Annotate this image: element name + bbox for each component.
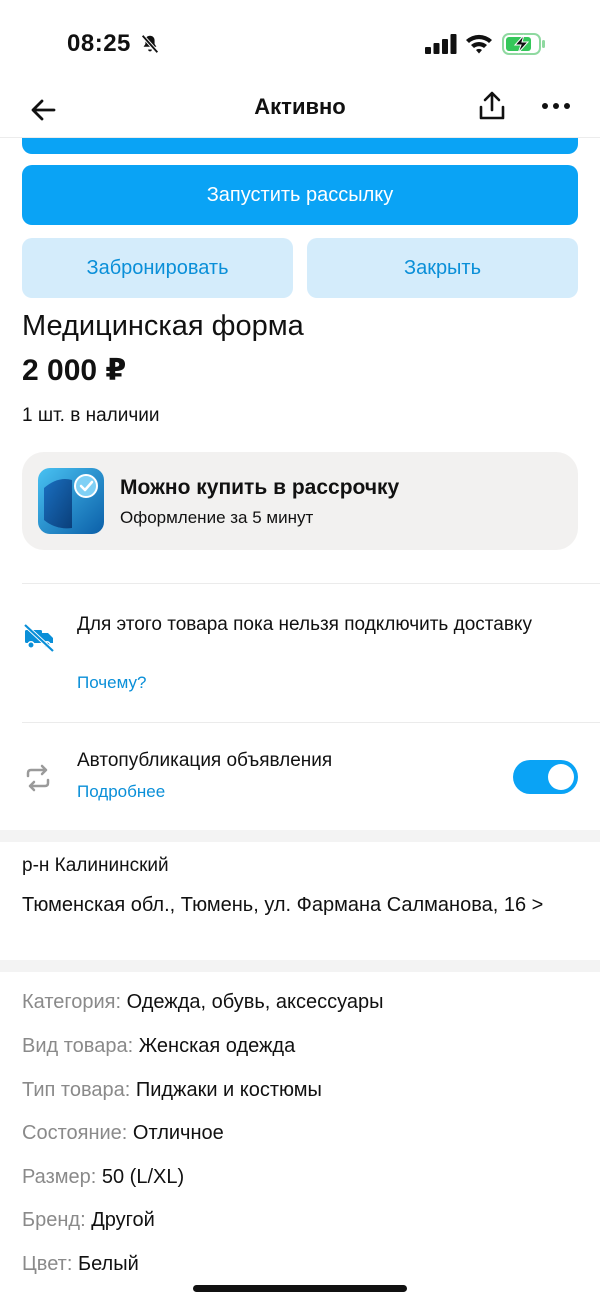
spec-value: Одежда, обувь, аксессуары: [126, 991, 384, 1013]
nav-bar: Активно: [0, 88, 600, 138]
item-title: Медицинская форма: [22, 310, 304, 342]
cellular-signal-icon: [425, 34, 457, 54]
section-separator: [0, 830, 600, 842]
stock-count: 1 шт. в наличии: [22, 405, 160, 426]
installment-subtitle: Оформление за 5 минут: [120, 508, 314, 527]
spec-value: 50 (L/XL): [101, 1166, 185, 1188]
installment-title: Можно купить в рассрочку: [120, 476, 400, 499]
start-mailing-button[interactable]: Запустить рассылку: [22, 165, 578, 225]
spec-value: Женская одежда: [138, 1035, 296, 1057]
bell-off-icon: [141, 34, 159, 54]
status-time: 08:25: [67, 30, 131, 57]
spec-row-condition: Состояние: Отличное: [22, 1122, 224, 1145]
toggle-knob: [548, 764, 574, 790]
repeat-icon: [26, 764, 50, 792]
status-bar: 08:25: [0, 0, 600, 88]
address-link[interactable]: Тюменская обл., Тюмень, ул. Фармана Салм…: [22, 890, 582, 921]
spec-value: Белый: [77, 1253, 139, 1275]
installment-icon: [38, 468, 104, 534]
spec-row-size: Размер: 50 (L/XL): [22, 1166, 184, 1189]
wifi-icon: [466, 34, 492, 54]
partial-top-button[interactable]: [22, 138, 578, 154]
spec-label: Бренд:: [22, 1209, 86, 1231]
district: р-н Калининский: [22, 855, 169, 876]
delivery-disabled-icon: [23, 623, 55, 653]
divider: [22, 583, 600, 584]
spec-row-color: Цвет: Белый: [22, 1253, 139, 1276]
home-indicator[interactable]: [193, 1285, 407, 1292]
book-button[interactable]: Забронировать: [22, 238, 293, 298]
spec-row-item-kind: Вид товара: Женская одежда: [22, 1035, 295, 1058]
spec-label: Вид товара:: [22, 1035, 134, 1057]
spec-label: Состояние:: [22, 1122, 128, 1144]
why-link[interactable]: Почему?: [77, 673, 146, 693]
page-title: Активно: [254, 94, 346, 119]
autopublish-more-link[interactable]: Подробнее: [77, 782, 165, 802]
autopublish-label: Автопубликация объявления: [77, 750, 333, 771]
section-separator: [0, 960, 600, 972]
spec-label: Размер:: [22, 1166, 97, 1188]
installment-card[interactable]: Можно купить в рассрочку Оформление за 5…: [22, 452, 578, 550]
spec-value: Другой: [91, 1209, 155, 1231]
spec-row-brand: Бренд: Другой: [22, 1209, 155, 1232]
close-listing-button[interactable]: Закрыть: [307, 238, 578, 298]
autopublish-toggle[interactable]: [513, 760, 578, 794]
more-icon[interactable]: [540, 94, 572, 118]
spec-value: Пиджаки и костюмы: [135, 1079, 322, 1101]
spec-label: Цвет:: [22, 1253, 73, 1275]
delivery-notice: Для этого товара пока нельзя подключить …: [77, 614, 532, 635]
spec-value: Отличное: [132, 1122, 224, 1144]
divider: [22, 722, 600, 723]
spec-row-category: Категория: Одежда, обувь, аксессуары: [22, 991, 384, 1014]
spec-row-item-type: Тип товара: Пиджаки и костюмы: [22, 1079, 322, 1102]
item-price: 2 000 ₽: [22, 354, 127, 387]
share-icon[interactable]: [477, 90, 507, 122]
spec-label: Категория:: [22, 991, 122, 1013]
battery-charging-icon: [502, 33, 545, 55]
spec-label: Тип товара:: [22, 1079, 131, 1101]
